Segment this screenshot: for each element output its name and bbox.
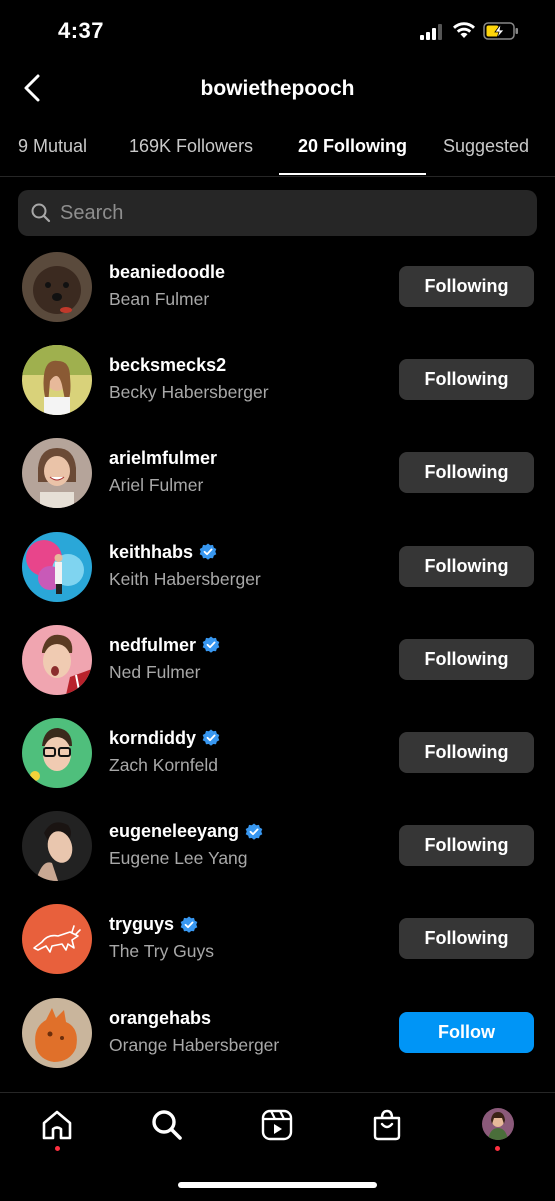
username-text[interactable]: nedfulmer [109,635,196,656]
following-button[interactable]: Following [399,918,534,960]
username[interactable]: becksmecks2 [109,355,269,376]
username[interactable]: korndiddy [109,728,220,749]
user-text: becksmecks2 Becky Habersberger [109,355,269,403]
search-icon [31,203,51,223]
profile-avatar[interactable] [482,1108,514,1140]
list-item: becksmecks2 Becky Habersberger Following [0,333,555,426]
notification-dot [55,1146,60,1151]
tab-mutual[interactable]: 9 Mutual [18,136,87,157]
tab-following[interactable]: 20 Following [298,136,407,157]
avatar[interactable] [22,438,92,509]
username[interactable]: orangehabs [109,1008,279,1029]
verified-badge-icon [202,636,220,653]
full-name: Ned Fulmer [109,661,201,682]
home-indicator [178,1182,377,1188]
wifi-icon [453,22,475,38]
full-name: Eugene Lee Yang [109,848,248,869]
username-text[interactable]: arielmfulmer [109,448,217,469]
list-item: korndiddy Zach Kornfeld Following [0,706,555,799]
avatar[interactable] [22,717,92,788]
username[interactable]: keithhabs [109,542,261,563]
username-text[interactable]: beaniedoodle [109,262,225,283]
full-name: Becky Habersberger [109,382,269,403]
user-text: eugeneleeyang Eugene Lee Yang [109,821,263,869]
avatar[interactable] [22,997,92,1068]
avatar[interactable] [22,531,92,602]
page-title: bowiethepooch [200,77,355,100]
list-item: keithhabs Keith Habersberger Following [0,520,555,613]
follow-button[interactable]: Follow [399,1011,534,1053]
nav-header: bowiethepooch [0,62,555,118]
search-icon[interactable] [150,1108,184,1142]
notification-dot [495,1146,500,1151]
username[interactable]: beaniedoodle [109,262,225,283]
status-time: 4:37 [58,18,105,43]
following-button[interactable]: Following [399,731,534,773]
user-text: orangehabs Orange Habersberger [109,1008,279,1056]
list-item: nedfulmer Ned Fulmer Following [0,613,555,706]
following-button[interactable]: Following [399,452,534,494]
list-item: tryguys The Try Guys Following [0,892,555,985]
username[interactable]: tryguys [109,914,214,935]
reels-icon[interactable] [260,1108,294,1142]
avatar[interactable] [22,624,92,695]
search-box[interactable] [18,190,537,236]
active-tab-indicator [279,173,426,175]
avatar[interactable] [22,904,92,975]
cellular-signal-icon [420,24,442,40]
user-text: nedfulmer Ned Fulmer [109,635,220,683]
avatar[interactable] [22,252,92,322]
tab-followers[interactable]: 169K Followers [129,136,253,157]
username[interactable]: arielmfulmer [109,448,217,469]
following-button[interactable]: Following [399,545,534,587]
username-text[interactable]: orangehabs [109,1008,211,1029]
verified-badge-icon [202,729,220,747]
user-text: keithhabs Keith Habersberger [109,542,261,590]
avatar[interactable] [22,811,92,882]
following-list: beaniedoodle Bean Fulmer Following becks… [0,240,555,1079]
shop-icon[interactable] [370,1108,404,1142]
user-text: tryguys The Try Guys [109,914,214,962]
username-text[interactable]: tryguys [109,914,174,935]
verified-badge-icon [199,543,217,560]
search-input[interactable] [60,190,520,236]
username-text[interactable]: eugeneleeyang [109,821,239,842]
following-button[interactable]: Following [399,825,534,867]
full-name: Ariel Fulmer [109,475,204,496]
following-button[interactable]: Following [399,266,534,307]
following-button[interactable]: Following [399,638,534,680]
tab-bar: 9 Mutual 169K Followers 20 Following Sug… [0,122,555,177]
full-name: Bean Fulmer [109,289,210,309]
full-name: Keith Habersberger [109,568,261,589]
following-button[interactable]: Following [399,359,534,401]
username-text[interactable]: becksmecks2 [109,355,226,376]
username[interactable]: nedfulmer [109,635,220,656]
user-text: beaniedoodle Bean Fulmer [109,262,225,310]
home-icon[interactable] [40,1108,74,1142]
username-text[interactable]: keithhabs [109,542,193,563]
username-text[interactable]: korndiddy [109,728,196,749]
avatar[interactable] [22,345,92,416]
full-name: The Try Guys [109,941,215,962]
full-name: Zach Kornfeld [109,754,218,775]
username[interactable]: eugeneleeyang [109,821,263,842]
verified-badge-icon [245,823,263,840]
tab-suggested[interactable]: Suggested [443,136,529,157]
list-item: orangehabs Orange Habersberger Follow [0,986,555,1079]
list-item: beaniedoodle Bean Fulmer Following [0,240,555,333]
user-text: korndiddy Zach Kornfeld [109,728,220,776]
verified-badge-icon [180,916,198,933]
battery-charging-icon [483,22,518,40]
full-name: Orange Habersberger [109,1034,280,1055]
status-bar: 4:37 [0,0,555,62]
list-item: eugeneleeyang Eugene Lee Yang Following [0,799,555,892]
user-text: arielmfulmer Ariel Fulmer [109,448,217,496]
list-item: arielmfulmer Ariel Fulmer Following [0,426,555,519]
